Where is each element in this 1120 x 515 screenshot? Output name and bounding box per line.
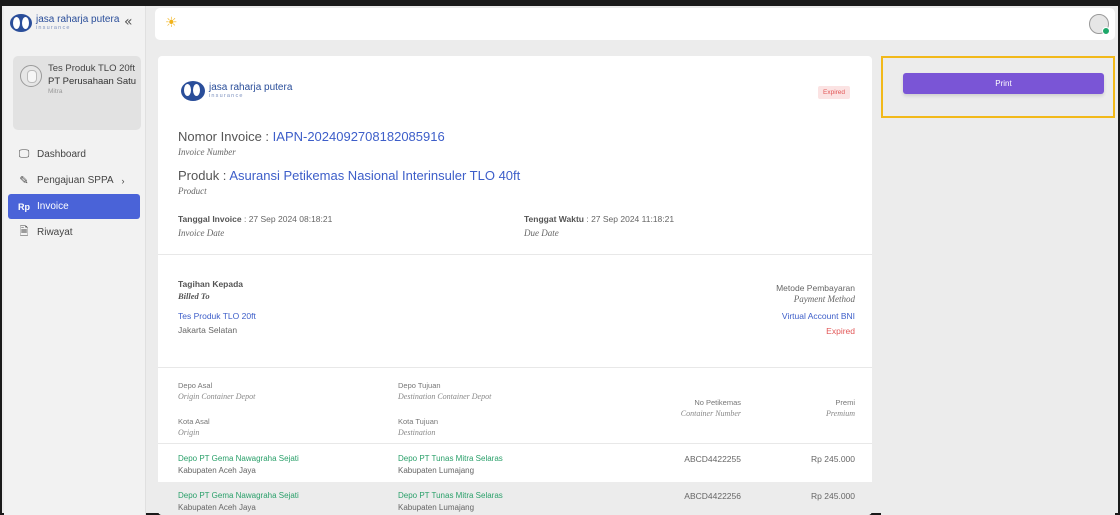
actions-panel (881, 56, 1115, 515)
row-origin-city: Kabupaten Aceh Jaya (178, 503, 256, 512)
invoice-card: jasa raharja putera insurance Expired No… (158, 56, 872, 515)
collapse-sidebar-icon[interactable]: « (124, 14, 133, 30)
logo-mark-icon (10, 14, 32, 32)
monitor-icon: 🖵 (18, 148, 30, 160)
sidebar-item-label: Riwayat (37, 227, 73, 238)
invoice-number-value: IAPN-2024092708182085916 (272, 129, 445, 144)
avatar[interactable] (1089, 14, 1110, 35)
invoice-date-value: : 27 Sep 2024 08:18:21 (241, 214, 333, 224)
billed-to-city: Jakarta Selatan (178, 325, 238, 335)
user-role: Mitra (48, 88, 63, 95)
invoice-number-label: Nomor Invoice : (178, 129, 273, 144)
payment-method-title: Metode Pembayaran (776, 283, 855, 293)
product-sub: Product (178, 186, 207, 196)
table-header: Depo Asal Origin Container Depot Kota As… (158, 368, 872, 444)
sidebar-menu: 🖵 Dashboard ✎ Pengajuan SPPA › Rp Invoic… (8, 142, 140, 246)
payment-status: Expired (826, 326, 855, 336)
row-dest-depot: Depo PT Tunas Mitra Selaras (398, 454, 503, 463)
row-origin-depot: Depo PT Gema Nawagraha Sejati (178, 454, 299, 463)
sidebar-item-invoice[interactable]: Rp Invoice (8, 194, 140, 219)
invoice-date: Tanggal Invoice : 27 Sep 2024 08:18:21 (178, 214, 332, 224)
invoice-product: Produk : Asuransi Petikemas Nasional Int… (178, 168, 520, 183)
user-name: Tes Produk TLO 20ft (48, 63, 135, 74)
sidebar-item-label: Invoice (37, 201, 69, 212)
row-dest-depot: Depo PT Tunas Mitra Selaras (398, 491, 503, 500)
col-container: No Petikemas (694, 398, 741, 407)
row-dest-city: Kabupaten Lumajang (398, 466, 475, 475)
brand-name: jasa raharja putera (209, 81, 293, 93)
sidebar-item-pengajuan-sppa[interactable]: ✎ Pengajuan SPPA › (8, 168, 140, 193)
pencil-icon: ✎ (19, 175, 29, 187)
col-origin-depot: Depo Asal (178, 381, 213, 390)
row-dest-city: Kabupaten Lumajang (398, 503, 475, 512)
due-date-label: Tenggat Waktu (524, 214, 584, 224)
invoice-date-label: Tanggal Invoice (178, 214, 242, 224)
sidebar-item-riwayat[interactable]: 🗎 Riwayat (8, 220, 140, 245)
document-icon: 🗎 (19, 226, 29, 238)
sidebar-item-label: Pengajuan SPPA (37, 175, 114, 186)
billed-to-name: Tes Produk TLO 20ft (178, 311, 256, 321)
col-dest-city-en: Destination (398, 428, 436, 437)
invoice-header: jasa raharja putera insurance Expired No… (158, 56, 872, 255)
col-origin-depot-en: Origin Container Depot (178, 392, 256, 401)
row-container: ABCD4422255 (684, 454, 741, 464)
payment-method-value: Virtual Account BNI (781, 311, 855, 321)
invoice-number-sub: Invoice Number (178, 147, 236, 157)
top-bar: ☀ (155, 8, 1115, 40)
user-card[interactable]: Tes Produk TLO 20ft PT Perusahaan Satu M… (13, 56, 141, 130)
user-company: PT Perusahaan Satu (48, 76, 137, 87)
sidebar-item-label: Dashboard (37, 149, 86, 160)
table-row[interactable]: Depo PT Gema Nawagraha Sejati Kabupaten … (158, 482, 872, 515)
payment-method-sub: Payment Method (793, 294, 855, 304)
print-button[interactable]: Print (903, 73, 1104, 94)
brand-sub: insurance (209, 92, 244, 99)
col-dest-depot: Depo Tujuan (398, 381, 441, 390)
row-container: ABCD4422256 (684, 491, 741, 501)
billed-to-sub: Billed To (178, 291, 210, 301)
sidebar: jasa raharja putera insurance « Tes Prod… (4, 6, 146, 515)
sidebar-item-dashboard[interactable]: 🖵 Dashboard (8, 142, 140, 167)
col-dest-city: Kota Tujuan (398, 417, 439, 426)
due-date-sub: Due Date (524, 228, 559, 238)
billing-section: Tagihan Kepada Billed To Tes Produk TLO … (158, 255, 872, 368)
due-date-value: : 27 Sep 2024 11:18:21 (583, 214, 675, 224)
due-date: Tenggat Waktu : 27 Sep 2024 11:18:21 (524, 214, 674, 224)
table-row[interactable]: Depo PT Gema Nawagraha Sejati Kabupaten … (158, 445, 872, 481)
product-value: Asuransi Petikemas Nasional Interinsuler… (229, 168, 521, 183)
col-premium: Premi (835, 398, 855, 407)
rupiah-icon: Rp (18, 201, 30, 212)
invoice-date-sub: Invoice Date (178, 228, 225, 238)
invoice-logo: jasa raharja putera insurance (181, 81, 292, 101)
col-container-en: Container Number (680, 409, 741, 418)
product-label: Produk : (178, 168, 230, 183)
invoice-number: Nomor Invoice : IAPN-2024092708182085916 (178, 129, 445, 144)
row-premium: Rp 245.000 (811, 491, 855, 501)
brand-name: jasa raharja putera (36, 13, 120, 25)
col-origin-city-en: Origin (178, 428, 200, 437)
brand-logo[interactable]: jasa raharja putera insurance (10, 14, 119, 32)
col-origin-city: Kota Asal (178, 417, 210, 426)
billed-to-title: Tagihan Kepada (178, 279, 244, 289)
logo-mark-icon (181, 81, 205, 101)
row-origin-depot: Depo PT Gema Nawagraha Sejati (178, 491, 299, 500)
col-dest-depot-en: Destination Container Depot (398, 392, 492, 401)
avatar (20, 65, 42, 87)
row-premium: Rp 245.000 (811, 454, 855, 464)
chevron-right-icon: › (121, 175, 125, 186)
status-badge: Expired (818, 86, 851, 99)
theme-toggle-sun-icon[interactable]: ☀ (165, 15, 178, 31)
brand-sub: insurance (36, 24, 71, 31)
row-origin-city: Kabupaten Aceh Jaya (178, 466, 256, 475)
col-premium-en: Premium (825, 409, 855, 418)
